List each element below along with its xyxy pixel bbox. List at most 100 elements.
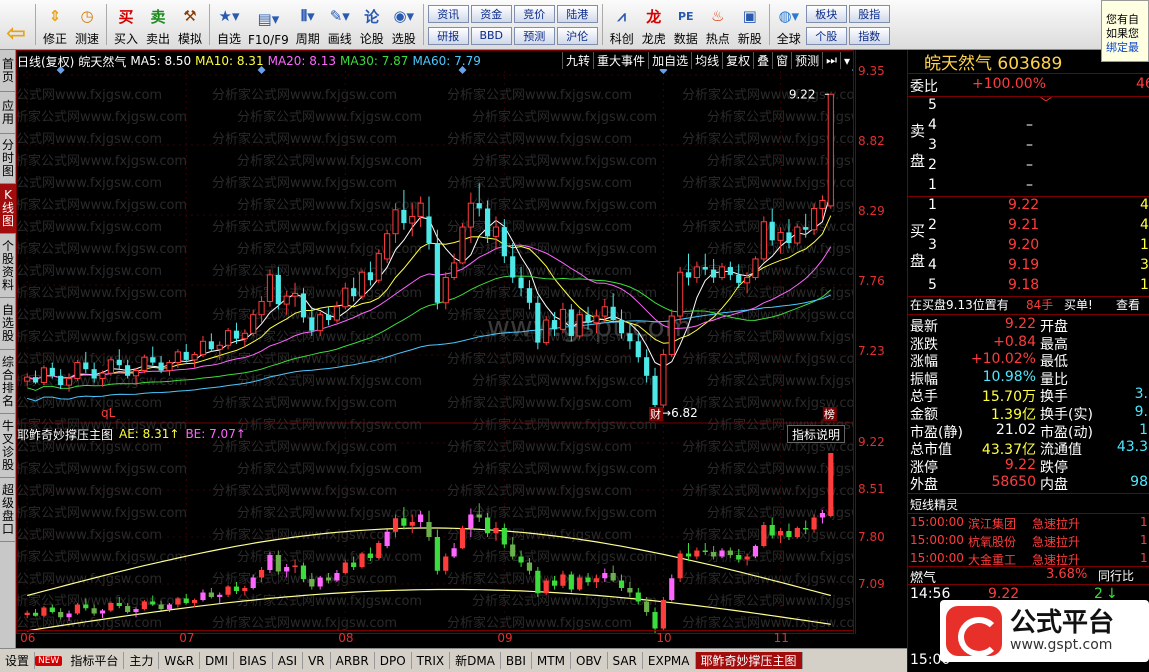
sub-candle-body[interactable] xyxy=(752,546,759,557)
hotspot-button[interactable]: ♨ 热点 xyxy=(702,0,734,49)
sub-candle-body[interactable] xyxy=(652,612,658,629)
sub-candle-body[interactable] xyxy=(401,518,407,526)
sub-candle-body[interactable] xyxy=(192,600,198,603)
forecast-button[interactable]: 预测 xyxy=(513,26,555,45)
bottom-tab[interactable]: ARBR xyxy=(331,652,375,669)
sub-candle-body[interactable] xyxy=(819,513,826,518)
tab-stock-profile[interactable]: 个股资料 xyxy=(0,234,16,298)
candle-body[interactable] xyxy=(627,333,633,342)
sub-candle-body[interactable] xyxy=(91,608,97,614)
bbd-button[interactable]: BBD xyxy=(470,26,512,45)
sub-candle-body[interactable] xyxy=(108,603,114,611)
sub-candle-body[interactable] xyxy=(242,588,248,591)
candle-body[interactable] xyxy=(501,227,507,257)
sub-candle-body[interactable] xyxy=(217,594,223,597)
candle-body[interactable] xyxy=(693,266,700,279)
sub-candle-body[interactable] xyxy=(585,577,591,583)
sub-candle-body[interactable] xyxy=(786,531,792,537)
bottom-tab[interactable]: 指标平台 xyxy=(65,652,125,669)
candle-body[interactable] xyxy=(291,292,299,297)
sub-candle-body[interactable] xyxy=(476,514,482,518)
candle-body[interactable] xyxy=(83,362,89,370)
candle-body[interactable] xyxy=(668,315,675,356)
bottom-tab[interactable]: MTM xyxy=(532,652,571,669)
candle-body[interactable] xyxy=(32,377,39,383)
tab-super-order-book[interactable]: 超级盘口 xyxy=(0,478,16,542)
global-button[interactable]: ◍▾ 全球 xyxy=(773,0,805,49)
sub-candle-body[interactable] xyxy=(325,577,332,581)
candle-body[interactable] xyxy=(685,272,692,278)
sub-candle-body[interactable] xyxy=(166,604,173,610)
tab-home[interactable]: 首页 xyxy=(0,50,16,92)
sub-candle-body[interactable] xyxy=(426,522,432,537)
candle-body[interactable] xyxy=(660,354,667,406)
candle-body[interactable] xyxy=(644,357,650,376)
buy-button[interactable]: 买买入 xyxy=(110,0,142,49)
sub-candle-body[interactable] xyxy=(334,573,340,581)
candle-body[interactable] xyxy=(610,306,616,321)
sub-candle-body[interactable] xyxy=(535,570,541,594)
sub-candle-body[interactable] xyxy=(660,600,666,629)
candle-body[interactable] xyxy=(727,266,733,275)
bottom-tab[interactable]: TRIX xyxy=(412,652,451,669)
candle-body[interactable] xyxy=(174,351,181,364)
candle-body[interactable] xyxy=(786,232,792,244)
candle-body[interactable] xyxy=(568,309,574,336)
candle-body[interactable] xyxy=(258,300,265,316)
sub-candle-body[interactable] xyxy=(150,601,156,605)
candle-body[interactable] xyxy=(417,202,424,217)
candle-body[interactable] xyxy=(266,274,274,302)
sub-candle-body[interactable] xyxy=(551,580,558,586)
sub-candle-body[interactable] xyxy=(644,601,650,613)
candle-body[interactable] xyxy=(250,314,257,334)
candle-body[interactable] xyxy=(559,308,567,330)
self-select-button[interactable]: ★▾ 自选 xyxy=(213,0,245,49)
candle-body[interactable] xyxy=(576,314,583,337)
sub-candle-body[interactable] xyxy=(32,612,39,616)
capital-button[interactable]: 资金 xyxy=(470,4,512,23)
candle-body[interactable] xyxy=(166,362,173,372)
sector-button[interactable]: 板块 xyxy=(805,4,847,23)
sub-candle-body[interactable] xyxy=(309,579,315,587)
candle-body[interactable] xyxy=(409,215,416,224)
candle-body[interactable] xyxy=(810,207,818,231)
ma-button[interactable]: 均线 xyxy=(691,52,723,69)
candle-body[interactable] xyxy=(535,302,541,343)
candle-body[interactable] xyxy=(736,274,742,283)
dragon-tiger-button[interactable]: 龙龙虎 xyxy=(638,0,670,49)
index-button[interactable]: 指数 xyxy=(848,26,890,45)
candle-body[interactable] xyxy=(744,277,751,284)
data-button[interactable]: PE 数据 xyxy=(670,0,702,49)
bottom-tab[interactable]: 主力 xyxy=(124,652,160,669)
shanghai-london-button[interactable]: 沪伦 xyxy=(556,26,598,45)
sub-candle-body[interactable] xyxy=(208,592,214,598)
sub-candle-body[interactable] xyxy=(702,550,708,553)
candle-body[interactable] xyxy=(711,269,717,278)
candle-body[interactable] xyxy=(451,262,458,279)
sub-candle-body[interactable] xyxy=(24,612,30,615)
candle-body[interactable] xyxy=(107,359,114,374)
tab-kline[interactable]: K线图 xyxy=(0,184,16,234)
sub-candle-body[interactable] xyxy=(459,528,466,549)
candle-body[interactable] xyxy=(827,93,834,207)
sub-candle-body[interactable] xyxy=(711,552,717,557)
sub-candle-body[interactable] xyxy=(719,550,725,557)
draw-line-button[interactable]: ✎▾ 画线 xyxy=(324,0,356,49)
candle-body[interactable] xyxy=(24,376,31,382)
candle-body[interactable] xyxy=(769,221,775,241)
bottom-tab[interactable]: OBV xyxy=(571,652,608,669)
sector-label[interactable]: 同行比 xyxy=(1098,567,1134,584)
sub-candle-body[interactable] xyxy=(225,586,231,595)
candle-body[interactable] xyxy=(459,226,466,264)
sub-candle-body[interactable] xyxy=(577,577,583,590)
bottom-tab[interactable]: ASI xyxy=(273,652,304,669)
candle-body[interactable] xyxy=(342,287,349,308)
sub-candle-body[interactable] xyxy=(602,573,608,579)
sub-candle-body[interactable] xyxy=(175,598,181,605)
candle-body[interactable] xyxy=(467,202,474,228)
bottom-tab[interactable]: DMI xyxy=(200,652,235,669)
sub-candle-body[interactable] xyxy=(618,580,625,589)
sub-candle-body[interactable] xyxy=(351,562,357,568)
bottom-tab[interactable]: DPO xyxy=(375,652,412,669)
sub-candle-body[interactable] xyxy=(568,574,574,590)
